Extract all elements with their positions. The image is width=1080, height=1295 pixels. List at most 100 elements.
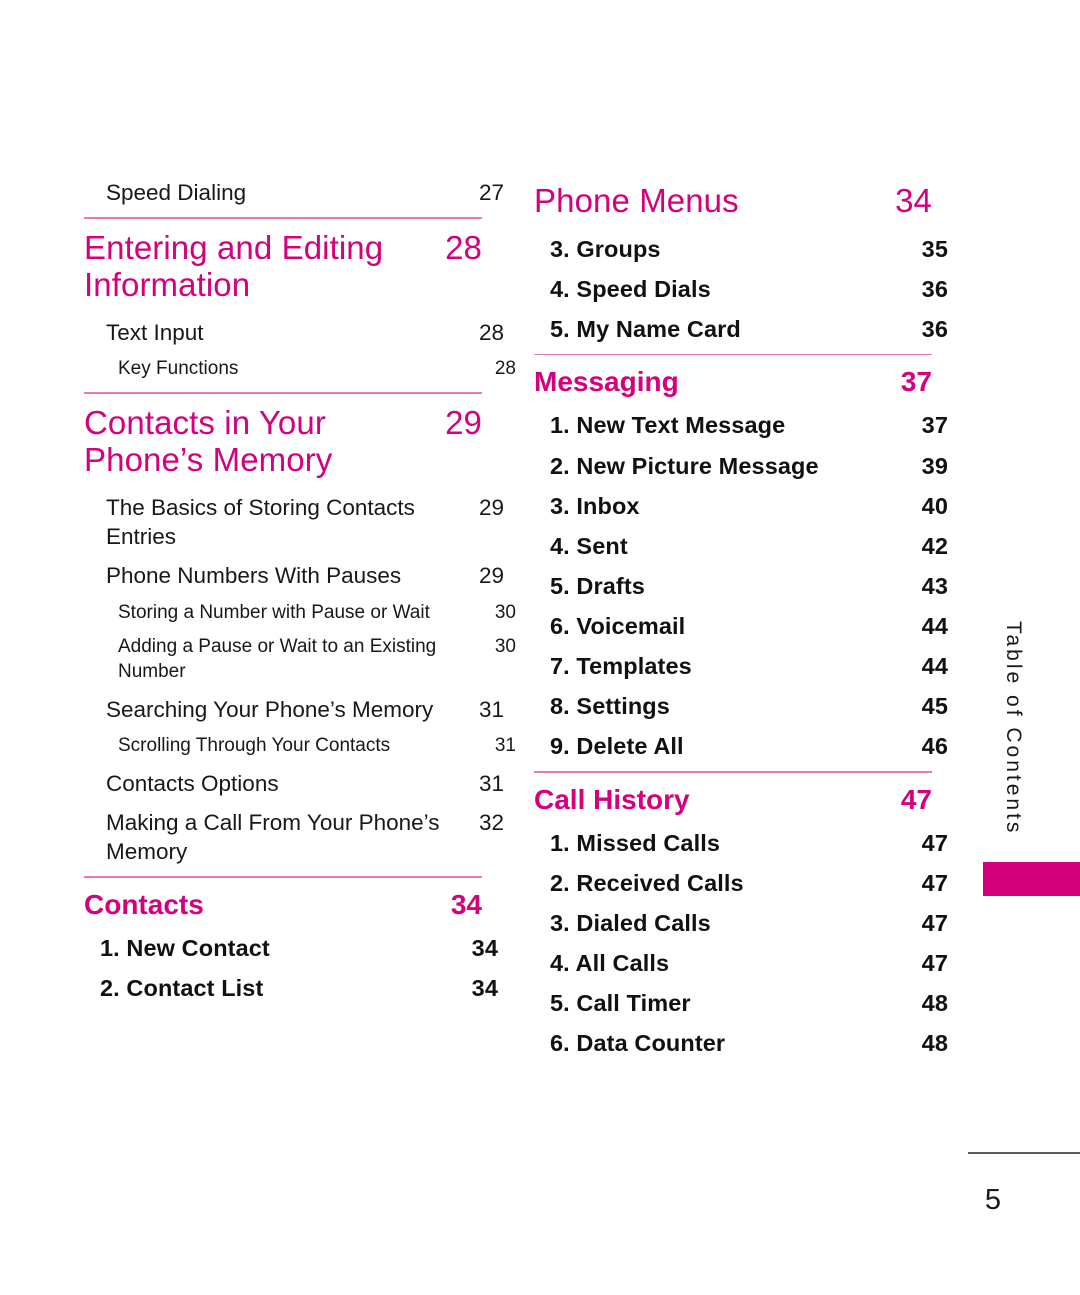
- toc-column-right: Phone Menus 34 3. Groups 35 4. Speed Dials 36…: [534, 178, 948, 1068]
- toc-entry-page: 34: [450, 888, 482, 920]
- toc-entry[interactable]: Messaging 37: [534, 365, 932, 398]
- toc-entry[interactable]: 2. New Picture Message 39: [534, 451, 948, 481]
- toc-entry-label: 3. Dialed Calls: [550, 909, 711, 936]
- toc-entry[interactable]: 3. Dialed Calls 47: [534, 908, 948, 938]
- toc-entry-label: Contacts in Your Phone’s Memory: [84, 403, 333, 479]
- toc-entry-label: 3. Inbox: [550, 492, 640, 519]
- toc-entry-label: Making a Call From Your Phone’s Memory: [106, 809, 440, 865]
- toc-entry-label: Entering and Editing Information: [84, 228, 384, 304]
- toc-entry[interactable]: Contacts 34: [84, 888, 482, 921]
- toc-entry-page: 48: [921, 1030, 948, 1057]
- toc-entry-label: 2. Received Calls: [550, 869, 744, 896]
- toc-entry-label: 5. Call Timer: [550, 990, 691, 1017]
- toc-entry-page: 34: [471, 975, 498, 1002]
- toc-entry-page: 31: [478, 770, 504, 796]
- toc-entry-page: 35: [921, 235, 948, 262]
- toc-entry-label: 1. New Text Message: [550, 412, 786, 439]
- toc-entry-page: 40: [921, 492, 948, 519]
- toc-entry-label: Call History: [534, 783, 690, 815]
- toc-entry[interactable]: Contacts in Your Phone’s Memory 29: [84, 404, 482, 479]
- toc-column-left: Speed Dialing 27 Entering and Editing Info…: [84, 178, 516, 1013]
- toc-entry-label: Adding a Pause or Wait to an Existing Nu…: [118, 636, 437, 682]
- toc-entry[interactable]: 8. Settings 45: [534, 691, 948, 721]
- toc-page: Speed Dialing 27 Entering and Editing Info…: [0, 0, 1080, 1295]
- toc-entry[interactable]: Phone Menus 34: [534, 182, 932, 220]
- section-divider: [534, 353, 932, 356]
- toc-entry-label: Phone Numbers With Pauses: [106, 563, 402, 589]
- toc-entry[interactable]: Storing a Number with Pause or Wait 30: [84, 601, 516, 626]
- toc-entry-label: 8. Settings: [550, 693, 670, 720]
- toc-entry-label: Contacts: [84, 888, 204, 920]
- toc-entry-page: 37: [921, 412, 948, 439]
- toc-entry-page: 37: [900, 366, 932, 398]
- toc-entry[interactable]: Key Functions 28: [84, 357, 516, 382]
- toc-entry[interactable]: Searching Your Phone’s Memory 31: [84, 695, 504, 724]
- toc-entry-label: 2. New Picture Message: [550, 452, 819, 479]
- toc-entry-page: 47: [921, 829, 948, 856]
- toc-entry-label: 3. Groups: [550, 235, 661, 262]
- toc-entry[interactable]: The Basics of Storing Contacts Entries 29: [84, 493, 504, 552]
- toc-entry[interactable]: Text Input 28: [84, 318, 504, 347]
- toc-entry-page: 34: [895, 182, 932, 219]
- section-divider: [84, 392, 482, 394]
- toc-entry-page: 29: [478, 563, 504, 589]
- toc-entry[interactable]: Making a Call From Your Phone’s Memory 32: [84, 808, 504, 867]
- footer-divider: [968, 1152, 1080, 1154]
- toc-entry[interactable]: Scrolling Through Your Contacts 31: [84, 734, 516, 759]
- toc-entry-page: 28: [445, 228, 482, 266]
- toc-entry[interactable]: 4. All Calls 47: [534, 948, 948, 978]
- toc-entry[interactable]: 1. New Contact 34: [84, 933, 498, 963]
- toc-entry-page: 28: [478, 320, 504, 346]
- toc-entry[interactable]: 5. My Name Card 36: [534, 314, 948, 344]
- toc-entry-page: 48: [921, 990, 948, 1017]
- toc-entry-page: 44: [921, 652, 948, 679]
- toc-entry[interactable]: Call History 47: [534, 783, 932, 816]
- toc-entry-page: 45: [921, 693, 948, 720]
- toc-entry[interactable]: Entering and Editing Information 28: [84, 229, 482, 304]
- toc-entry-label: Phone Menus: [534, 182, 739, 219]
- toc-entry-label: 5. My Name Card: [550, 315, 741, 342]
- toc-entry[interactable]: 2. Received Calls 47: [534, 868, 948, 898]
- toc-entry[interactable]: Adding a Pause or Wait to an Existing Nu…: [84, 635, 516, 684]
- section-divider: [84, 217, 482, 219]
- toc-entry[interactable]: 7. Templates 44: [534, 651, 948, 681]
- toc-entry[interactable]: 6. Data Counter 48: [534, 1028, 948, 1058]
- toc-entry-label: 4. Speed Dials: [550, 275, 711, 302]
- toc-entry-label: 6. Voicemail: [550, 612, 686, 639]
- toc-entry-label: 1. Missed Calls: [550, 829, 720, 856]
- toc-entry-label: The Basics of Storing Contacts Entries: [106, 494, 415, 550]
- toc-entry-page: 30: [494, 601, 516, 623]
- toc-entry-label: Key Functions: [118, 358, 239, 380]
- toc-entry-page: 36: [921, 275, 948, 302]
- toc-entry[interactable]: Speed Dialing 27: [84, 178, 504, 207]
- toc-entry[interactable]: 4. Speed Dials 36: [534, 274, 948, 304]
- toc-entry-label: 9. Delete All: [550, 733, 684, 760]
- toc-entry[interactable]: 6. Voicemail 44: [534, 611, 948, 641]
- toc-entry-label: Searching Your Phone’s Memory: [106, 696, 434, 722]
- toc-entry[interactable]: 9. Delete All 46: [534, 731, 948, 761]
- toc-entry[interactable]: 1. New Text Message 37: [534, 410, 948, 440]
- toc-entry[interactable]: Phone Numbers With Pauses 29: [84, 561, 504, 590]
- toc-entry-page: 47: [900, 783, 932, 815]
- toc-entry[interactable]: 5. Call Timer 48: [534, 988, 948, 1018]
- toc-entry[interactable]: 3. Inbox 40: [534, 491, 948, 521]
- toc-entry[interactable]: Contacts Options 31: [84, 769, 504, 798]
- toc-entry-page: 47: [921, 869, 948, 896]
- toc-entry[interactable]: 1. Missed Calls 47: [534, 828, 948, 858]
- toc-entry-page: 39: [921, 452, 948, 479]
- section-divider: [534, 771, 932, 773]
- toc-entry-page: 30: [494, 636, 516, 658]
- toc-entry[interactable]: 4. Sent 42: [534, 531, 948, 561]
- toc-entry-label: Speed Dialing: [106, 180, 247, 205]
- toc-entry-page: 43: [921, 572, 948, 599]
- toc-entry-page: 47: [921, 909, 948, 936]
- toc-entry[interactable]: 2. Contact List 34: [84, 973, 498, 1003]
- section-divider: [84, 876, 482, 878]
- toc-entry-label: Contacts Options: [106, 770, 279, 796]
- toc-entry[interactable]: 3. Groups 35: [534, 234, 948, 264]
- toc-entry[interactable]: 5. Drafts 43: [534, 571, 948, 601]
- toc-entry-label: 1. New Contact: [100, 934, 270, 961]
- toc-entry-page: 27: [478, 180, 504, 205]
- toc-entry-page: 46: [921, 733, 948, 760]
- toc-entry-page: 42: [921, 532, 948, 559]
